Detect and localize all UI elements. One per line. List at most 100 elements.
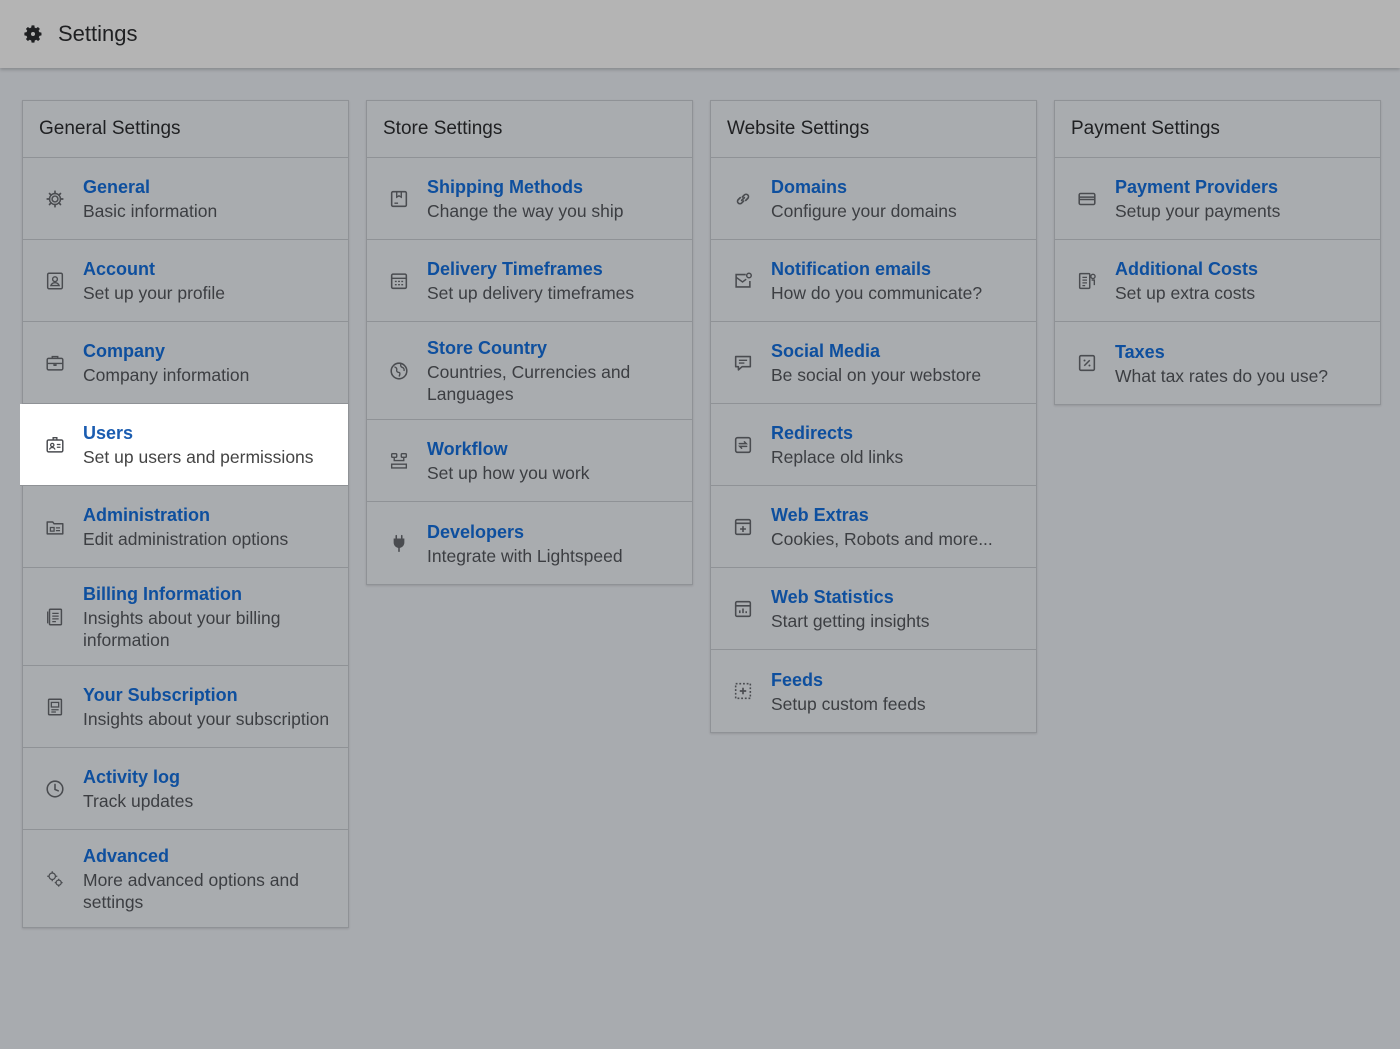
settings-item-notification-emails[interactable]: Notification emails How do you communicat…	[711, 240, 1036, 322]
settings-item-description: Countries, Currencies and Languages	[427, 362, 631, 404]
settings-item-label[interactable]: Web Statistics	[771, 585, 930, 609]
settings-item-additional-costs[interactable]: Additional Costs Set up extra costs	[1055, 240, 1380, 322]
panel-title: Payment Settings	[1055, 101, 1380, 158]
settings-item-account[interactable]: Account Set up your profile	[23, 240, 348, 322]
settings-item-label[interactable]: Your Subscription	[83, 683, 329, 707]
settings-item-label[interactable]: Account	[83, 257, 225, 281]
payment-settings-panel: Payment Settings Payment Providers Setup y…	[1054, 100, 1381, 405]
plus-box-icon	[731, 515, 755, 539]
settings-columns: General Settings General Basic information…	[20, 100, 1381, 928]
settings-item-description: Insights about your subscription	[83, 709, 330, 729]
settings-item-text: Company Company information	[83, 339, 249, 386]
settings-item-label[interactable]: Administration	[83, 503, 288, 527]
settings-item-social-media[interactable]: Social Media Be social on your webstore	[711, 322, 1036, 404]
settings-item-label[interactable]: Workflow	[427, 437, 589, 461]
chat-icon	[731, 351, 755, 375]
settings-item-label[interactable]: Taxes	[1115, 340, 1328, 364]
workflow-icon	[387, 449, 411, 473]
settings-item-label[interactable]: Social Media	[771, 339, 981, 363]
settings-item-web-extras[interactable]: Web Extras Cookies, Robots and more...	[711, 486, 1036, 568]
settings-item-text: Your Subscription Insights about your sub…	[83, 683, 329, 730]
settings-item-billing-information[interactable]: Billing Information Insights about your b…	[23, 568, 348, 666]
settings-item-description: Set up your profile	[83, 283, 226, 303]
settings-item-redirects[interactable]: Redirects Replace old links	[711, 404, 1036, 486]
invoice-icon	[43, 605, 67, 629]
settings-item-text: Domains Configure your domains	[771, 175, 957, 222]
percent-icon	[1075, 351, 1099, 375]
settings-item-general[interactable]: General Basic information	[23, 158, 348, 240]
settings-item-text: Redirects Replace old links	[771, 421, 903, 468]
settings-item-payment-providers[interactable]: Payment Providers Setup your payments	[1055, 158, 1380, 240]
settings-item-text: Web Statistics Start getting insights	[771, 585, 930, 632]
settings-item-label[interactable]: Company	[83, 339, 249, 363]
gears-icon	[43, 867, 67, 891]
settings-item-label[interactable]: Store Country	[427, 336, 676, 360]
settings-item-label[interactable]: Activity log	[83, 765, 193, 789]
settings-item-description: Insights about your billing information	[83, 608, 281, 650]
panel-title: General Settings	[23, 101, 348, 158]
settings-item-text: Delivery Timeframes Set up delivery timef…	[427, 257, 634, 304]
settings-item-label[interactable]: Web Extras	[771, 503, 993, 527]
settings-item-text: Workflow Set up how you work	[427, 437, 589, 484]
settings-item-store-country[interactable]: Store Country Countries, Currencies and L…	[367, 322, 692, 420]
settings-item-workflow[interactable]: Workflow Set up how you work	[367, 420, 692, 502]
settings-item-taxes[interactable]: Taxes What tax rates do you use?	[1055, 322, 1380, 404]
settings-item-feeds[interactable]: Feeds Setup custom feeds	[711, 650, 1036, 732]
settings-item-label[interactable]: Domains	[771, 175, 957, 199]
settings-item-description: More advanced options and settings	[83, 870, 299, 912]
profile-card-icon	[43, 269, 67, 293]
settings-item-description: Company information	[83, 365, 250, 385]
settings-item-description: How do you communicate?	[771, 283, 983, 303]
settings-item-developers[interactable]: Developers Integrate with Lightspeed	[367, 502, 692, 584]
settings-item-delivery-timeframes[interactable]: Delivery Timeframes Set up delivery timef…	[367, 240, 692, 322]
settings-item-activity-log[interactable]: Activity log Track updates	[23, 748, 348, 830]
settings-item-description: Start getting insights	[771, 611, 930, 631]
settings-item-description: Cookies, Robots and more...	[771, 529, 993, 549]
top-bar: Settings	[0, 0, 1400, 68]
settings-item-label[interactable]: Advanced	[83, 844, 332, 868]
settings-item-label[interactable]: Users	[83, 421, 314, 445]
settings-item-your-subscription[interactable]: Your Subscription Insights about your sub…	[23, 666, 348, 748]
stats-icon	[731, 597, 755, 621]
settings-item-text: Social Media Be social on your webstore	[771, 339, 981, 386]
settings-item-company[interactable]: Company Company information	[23, 322, 348, 404]
settings-item-web-statistics[interactable]: Web Statistics Start getting insights	[711, 568, 1036, 650]
settings-item-label[interactable]: Developers	[427, 520, 623, 544]
settings-item-shipping-methods[interactable]: Shipping Methods Change the way you ship	[367, 158, 692, 240]
settings-item-description: Change the way you ship	[427, 201, 624, 221]
gear-icon	[22, 23, 44, 45]
settings-item-text: Advanced More advanced options and settin…	[83, 844, 332, 913]
settings-item-label[interactable]: Delivery Timeframes	[427, 257, 634, 281]
users-badge-icon	[43, 433, 67, 457]
settings-item-administration[interactable]: Administration Edit administration option…	[23, 486, 348, 568]
settings-item-description: Integrate with Lightspeed	[427, 545, 623, 566]
settings-item-text: Administration Edit administration option…	[83, 503, 288, 550]
credit-card-icon	[1075, 187, 1099, 211]
settings-item-label[interactable]: Additional Costs	[1115, 257, 1258, 281]
settings-item-description: Be social on your webstore	[771, 365, 982, 385]
store-settings-panel: Store Settings Shipping Methods Change the…	[366, 100, 693, 585]
settings-item-label[interactable]: Notification emails	[771, 257, 982, 281]
settings-item-advanced[interactable]: Advanced More advanced options and settin…	[23, 830, 348, 927]
settings-item-description: Basic information	[83, 201, 218, 221]
settings-item-description: What tax rates do you use?	[1115, 365, 1329, 386]
settings-item-label[interactable]: Payment Providers	[1115, 175, 1280, 199]
settings-item-users[interactable]: Users Set up users and permissions	[20, 404, 348, 486]
settings-item-text: Account Set up your profile	[83, 257, 225, 304]
settings-item-label[interactable]: Redirects	[771, 421, 903, 445]
link-icon	[731, 187, 755, 211]
settings-item-domains[interactable]: Domains Configure your domains	[711, 158, 1036, 240]
settings-item-label[interactable]: Feeds	[771, 668, 926, 692]
settings-item-text: Shipping Methods Change the way you ship	[427, 175, 624, 222]
settings-item-text: Payment Providers Setup your payments	[1115, 175, 1280, 222]
settings-item-description: Set up extra costs	[1115, 283, 1256, 303]
settings-item-description: Set up delivery timeframes	[427, 283, 635, 303]
settings-item-label[interactable]: Shipping Methods	[427, 175, 624, 199]
briefcase-icon	[43, 351, 67, 375]
settings-item-text: Activity log Track updates	[83, 765, 193, 812]
settings-item-text: Additional Costs Set up extra costs	[1115, 257, 1258, 304]
settings-item-label[interactable]: General	[83, 175, 217, 199]
gear-icon	[43, 187, 67, 211]
settings-item-label[interactable]: Billing Information	[83, 582, 332, 606]
globe-icon	[387, 359, 411, 383]
